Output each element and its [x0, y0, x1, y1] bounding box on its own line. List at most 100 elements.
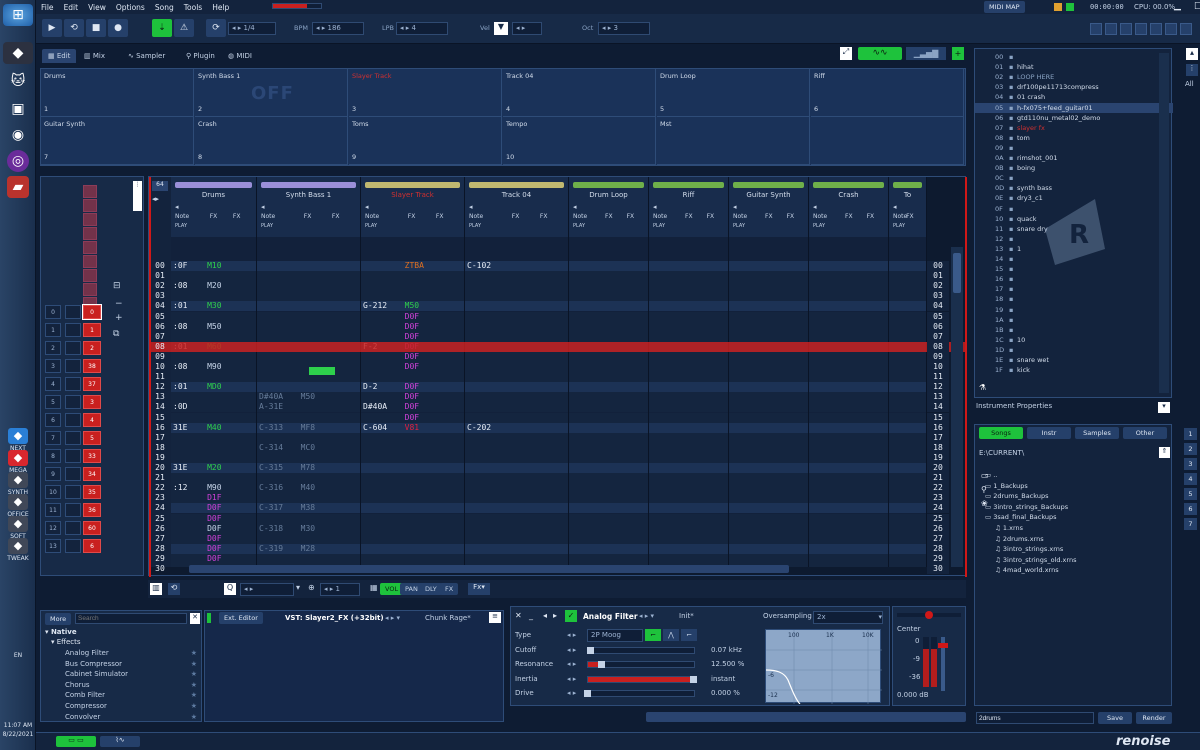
- matrix-cell[interactable]: Crash 8: [195, 117, 348, 165]
- filter-type-select[interactable]: 2P Moog: [587, 629, 643, 642]
- song-file-item[interactable]: ♫ 3intro_strings.xrns: [995, 545, 1063, 553]
- track-collapse-icon[interactable]: ◂: [573, 203, 577, 211]
- pattern-line[interactable]: [889, 553, 926, 564]
- matrix-cell[interactable]: Slayer Track 3: [349, 69, 502, 117]
- pattern-line[interactable]: [729, 311, 808, 322]
- pattern-line[interactable]: [171, 351, 256, 362]
- pattern-line[interactable]: [257, 311, 360, 322]
- pattern-line[interactable]: [889, 281, 926, 292]
- render-button[interactable]: Render: [1136, 712, 1172, 724]
- pattern-line[interactable]: [809, 412, 888, 423]
- layout-preset-button[interactable]: [1135, 23, 1147, 35]
- sequence-pattern[interactable]: 33: [83, 449, 101, 463]
- dsp-search-input[interactable]: [75, 613, 187, 624]
- sequence-slot[interactable]: [83, 255, 97, 268]
- instrument-row[interactable]: 1B ▪: [975, 325, 1173, 335]
- pattern-line[interactable]: [257, 382, 360, 393]
- sequence-mute-slot[interactable]: [65, 341, 81, 355]
- pattern-line[interactable]: [889, 422, 926, 433]
- dsp-item[interactable]: Analog Filter ★: [65, 649, 197, 657]
- remove-seq-icon[interactable]: −: [115, 299, 123, 309]
- dsp-item[interactable]: Cabinet Simulator ★: [65, 670, 197, 678]
- pattern-line[interactable]: [889, 533, 926, 544]
- param-slider-handle[interactable]: [690, 675, 697, 683]
- pattern-line[interactable]: [649, 382, 728, 393]
- star-icon[interactable]: ★: [191, 681, 197, 689]
- pattern-line[interactable]: [569, 523, 648, 534]
- pattern-line[interactable]: [889, 271, 926, 282]
- pattern-line[interactable]: [257, 493, 360, 504]
- instrument-row[interactable]: 0C ▪: [975, 173, 1173, 183]
- layout-preset-button[interactable]: [1120, 23, 1132, 35]
- pattern-line[interactable]: [569, 513, 648, 524]
- pattern-line[interactable]: [569, 301, 648, 312]
- sequence-mute-slot[interactable]: [65, 467, 81, 481]
- pattern-line[interactable]: [171, 291, 256, 302]
- pattern-line[interactable]: [361, 291, 464, 302]
- pattern-line[interactable]: [465, 392, 568, 403]
- pattern-line[interactable]: [809, 382, 888, 393]
- pattern-line[interactable]: [649, 412, 728, 423]
- pattern-line[interactable]: [889, 291, 926, 302]
- song-file-item[interactable]: ♫ 3intro_strings_old.xrns: [995, 556, 1076, 564]
- dsp-item[interactable]: Convolver ★: [65, 713, 197, 721]
- pattern-line[interactable]: [569, 402, 648, 413]
- pattern-line[interactable]: [465, 463, 568, 473]
- layout-preset-button[interactable]: [1090, 23, 1102, 35]
- pattern-line[interactable]: [889, 473, 926, 484]
- pattern-line[interactable]: [649, 473, 728, 484]
- device-chain-scrollbar[interactable]: [646, 712, 966, 722]
- pattern-line[interactable]: [809, 553, 888, 564]
- track-collapse-icon[interactable]: ◂: [893, 203, 897, 211]
- pattern-line[interactable]: [465, 311, 568, 322]
- preset-name[interactable]: Init*: [679, 612, 694, 620]
- pattern-line[interactable]: [809, 392, 888, 403]
- track-name[interactable]: Crash: [809, 191, 888, 199]
- more-button[interactable]: More: [45, 613, 72, 625]
- pattern-line[interactable]: [465, 503, 568, 514]
- oversampling-select[interactable]: 2x ▾: [813, 611, 883, 624]
- browser-slot-button[interactable]: 4: [1184, 473, 1197, 485]
- pattern-nav-icon[interactable]: ◂▸: [152, 195, 159, 203]
- sequence-pattern[interactable]: 2: [83, 341, 101, 355]
- sequence-pattern[interactable]: 0: [82, 304, 102, 320]
- effect-cell[interactable]: D0F: [405, 402, 464, 412]
- pattern-line[interactable]: [809, 351, 888, 362]
- pattern-line[interactable]: [569, 412, 648, 423]
- pattern-line[interactable]: [649, 503, 728, 514]
- pattern-line[interactable]: [889, 412, 926, 423]
- dly-column-toggle[interactable]: DLY: [420, 583, 442, 595]
- taskbar-tweak[interactable]: ◆ TWEAK: [0, 538, 36, 562]
- pattern-line[interactable]: [729, 503, 808, 514]
- track-name[interactable]: Slayer Track: [361, 191, 464, 199]
- pattern-line[interactable]: [361, 543, 464, 554]
- pattern-line[interactable]: [361, 533, 464, 544]
- pattern-line[interactable]: [257, 291, 360, 302]
- pattern-line[interactable]: [889, 301, 926, 312]
- instrument-row[interactable]: 1F▪kick⁄⁄: [975, 365, 1173, 375]
- pattern-line[interactable]: [465, 351, 568, 362]
- pattern-line[interactable]: [257, 452, 360, 463]
- tab-midi[interactable]: ◍ MIDI: [222, 49, 258, 63]
- effect-cell[interactable]: M78: [301, 463, 360, 473]
- ext-editor-button[interactable]: Ext. Editor: [219, 612, 263, 624]
- track-collapse-icon[interactable]: ◂: [365, 203, 369, 211]
- instrument-row[interactable]: 1D ▪: [975, 345, 1173, 355]
- param-slider-handle[interactable]: [584, 690, 591, 697]
- effect-cell[interactable]: M30: [207, 301, 256, 311]
- sequence-slot[interactable]: [83, 283, 97, 296]
- track-collapse-icon[interactable]: ◂: [813, 203, 817, 211]
- track-collapse-icon[interactable]: ◂: [653, 203, 657, 211]
- sequence-index[interactable]: 13: [45, 539, 61, 553]
- effect-cell[interactable]: D0F: [405, 362, 464, 372]
- sequence-pattern[interactable]: 60: [83, 521, 101, 535]
- sequencer-menu-icon[interactable]: ⋮: [133, 181, 142, 211]
- effect-cell[interactable]: D0F: [405, 332, 464, 342]
- pattern-line[interactable]: [889, 503, 926, 514]
- sequence-pattern[interactable]: 35: [83, 485, 101, 499]
- pattern-line[interactable]: [257, 321, 360, 332]
- loop-pattern-button[interactable]: ⟲: [64, 19, 84, 37]
- renoise-taskbar-icon[interactable]: ▰: [7, 176, 29, 198]
- taskbar-soft[interactable]: ◆ SOFT: [0, 516, 36, 540]
- pattern-line[interactable]: [569, 362, 648, 372]
